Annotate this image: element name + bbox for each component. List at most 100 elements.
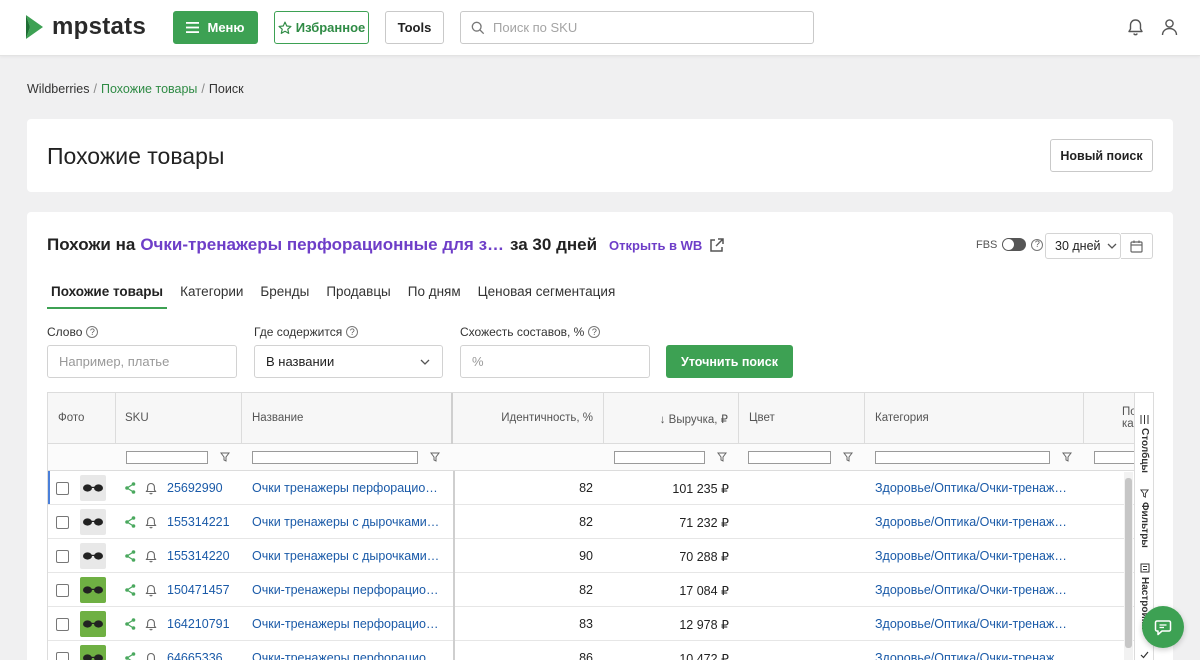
help-icon[interactable]: ? — [1031, 238, 1044, 251]
side-tab-filters[interactable]: Фильтры — [1135, 489, 1154, 548]
product-name-link[interactable]: Очки тренажеры перфорационные — [252, 481, 440, 495]
product-photo[interactable] — [80, 645, 106, 660]
filter-icon[interactable] — [843, 452, 853, 462]
sku-link[interactable]: 164210791 — [167, 617, 230, 631]
period-select[interactable]: 30 дней — [1045, 233, 1121, 259]
word-input[interactable] — [59, 354, 236, 369]
favorites-button[interactable]: Избранное — [274, 11, 369, 44]
bell-icon[interactable] — [145, 652, 157, 660]
row-checkbox[interactable] — [56, 583, 69, 597]
table-row[interactable]: 25692990 Очки тренажеры перфорационные 82 1… — [48, 471, 1135, 505]
category-column-filter[interactable] — [875, 451, 1050, 464]
sku-link[interactable]: 155314221 — [167, 515, 230, 529]
product-name-link[interactable]: Очки тренажеры с дырочками для глаз — [252, 515, 440, 529]
row-checkbox[interactable] — [56, 515, 69, 529]
revenue-column-filter[interactable] — [614, 451, 705, 464]
row-checkbox[interactable] — [56, 549, 69, 563]
tab-categories[interactable]: Категории — [176, 279, 247, 309]
column-header-category[interactable]: Категория — [865, 393, 1084, 444]
column-header-photo[interactable]: Фото — [48, 393, 116, 444]
user-icon[interactable] — [1161, 18, 1178, 36]
table-row[interactable]: 155314220 Очки тренажеры с дырочками для … — [48, 539, 1135, 573]
similarity-field[interactable] — [460, 345, 650, 378]
word-field[interactable] — [47, 345, 237, 378]
tab-price-segmentation[interactable]: Ценовая сегментация — [474, 279, 620, 309]
bell-icon[interactable] — [145, 618, 157, 631]
share-icon[interactable] — [125, 516, 136, 528]
sku-link[interactable]: 64665336 — [167, 651, 223, 660]
share-icon[interactable] — [125, 482, 136, 494]
column-header-color[interactable]: Цвет — [739, 393, 865, 444]
calendar-button[interactable] — [1121, 233, 1153, 259]
filter-icon[interactable] — [1062, 452, 1072, 462]
table-row[interactable]: 64665336 Очки-тренажеры перфорационные 86 1… — [48, 641, 1135, 660]
name-column-filter[interactable] — [252, 451, 418, 464]
help-icon[interactable]: ? — [86, 326, 99, 338]
help-icon[interactable]: ? — [588, 326, 601, 338]
column-header-name[interactable]: Название — [242, 393, 453, 444]
help-icon[interactable]: ? — [346, 326, 359, 338]
share-icon[interactable] — [125, 652, 136, 660]
tab-by-days[interactable]: По дням — [404, 279, 465, 309]
product-photo[interactable] — [80, 543, 106, 569]
color-column-filter[interactable] — [748, 451, 831, 464]
row-checkbox[interactable] — [56, 481, 69, 495]
sku-link[interactable]: 155314220 — [167, 549, 230, 563]
row-checkbox[interactable] — [56, 651, 69, 660]
share-icon[interactable] — [125, 584, 136, 596]
column-header-sku[interactable]: SKU — [116, 393, 242, 444]
breadcrumb-root[interactable]: Wildberries — [27, 82, 90, 96]
product-photo[interactable] — [80, 577, 106, 603]
category-link[interactable]: Здоровье/Оптика/Очки-тренажеры — [875, 651, 1073, 660]
bell-icon[interactable] — [1127, 18, 1144, 36]
table-row[interactable]: 164210791 Очки-тренажеры перфорационные 83… — [48, 607, 1135, 641]
share-icon[interactable] — [125, 618, 136, 630]
table-row[interactable]: 150471457 Очки-тренажеры перфорационные 82… — [48, 573, 1135, 607]
tab-similar[interactable]: Похожие товары — [47, 279, 168, 309]
bell-icon[interactable] — [145, 516, 157, 529]
product-name-link[interactable]: Очки-тренажеры перфорационные — [252, 651, 440, 660]
open-wb-link[interactable]: Открыть в WB — [609, 237, 725, 254]
menu-button[interactable]: Меню — [173, 11, 258, 44]
product-name-link[interactable]: Очки-тренажеры перфорационные — [252, 617, 440, 631]
tools-button[interactable]: Tools — [385, 11, 444, 44]
where-select[interactable]: В названии — [254, 345, 443, 378]
sku-search-input[interactable] — [493, 20, 793, 35]
source-product-link[interactable]: Очки-тренажеры перфорационные для з… — [140, 235, 504, 255]
category-link[interactable]: Здоровье/Оптика/Очки-тренажеры — [875, 481, 1073, 495]
table-row[interactable]: 155314221 Очки тренажеры с дырочками для … — [48, 505, 1135, 539]
product-photo[interactable] — [80, 475, 106, 501]
tab-sellers[interactable]: Продавцы — [322, 279, 394, 309]
filter-icon[interactable] — [717, 452, 727, 462]
row-checkbox[interactable] — [56, 617, 69, 631]
category-link[interactable]: Здоровье/Оптика/Очки-тренажеры — [875, 617, 1073, 631]
sku-link[interactable]: 25692990 — [167, 481, 223, 495]
category-link[interactable]: Здоровье/Оптика/Очки-тренажеры — [875, 583, 1073, 597]
share-icon[interactable] — [125, 550, 136, 562]
bell-icon[interactable] — [145, 482, 157, 495]
product-name-link[interactable]: Очки тренажеры с дырочками для глаз — [252, 549, 440, 563]
scrollbar-thumb[interactable] — [1125, 478, 1132, 648]
filter-icon[interactable] — [430, 452, 440, 462]
chat-button[interactable] — [1142, 606, 1184, 648]
category-link[interactable]: Здоровье/Оптика/Очки-тренажеры — [875, 549, 1073, 563]
column-header-identity[interactable]: Идентичность, % — [453, 393, 604, 444]
breadcrumb-section[interactable]: Похожие товары — [101, 82, 197, 96]
similarity-input[interactable] — [472, 354, 649, 369]
category-link[interactable]: Здоровье/Оптика/Очки-тренажеры — [875, 515, 1073, 529]
product-name-link[interactable]: Очки-тренажеры перфорационные — [252, 583, 440, 597]
new-search-button[interactable]: Новый поиск — [1050, 139, 1153, 172]
fbs-toggle[interactable] — [1002, 238, 1027, 251]
sku-link[interactable]: 150471457 — [167, 583, 230, 597]
bell-icon[interactable] — [145, 550, 157, 563]
tab-brands[interactable]: Бренды — [256, 279, 313, 309]
sku-search[interactable] — [460, 11, 814, 44]
sku-column-filter[interactable] — [126, 451, 208, 464]
logo[interactable]: mpstats — [24, 14, 146, 40]
side-tab-columns[interactable]: Столбцы — [1135, 415, 1154, 473]
table-scrollbar[interactable] — [1124, 472, 1133, 660]
column-header-revenue[interactable]: ↓ Выручка, ₽ — [604, 393, 739, 444]
refine-search-button[interactable]: Уточнить поиск — [666, 345, 793, 378]
bell-icon[interactable] — [145, 584, 157, 597]
product-photo[interactable] — [80, 509, 106, 535]
